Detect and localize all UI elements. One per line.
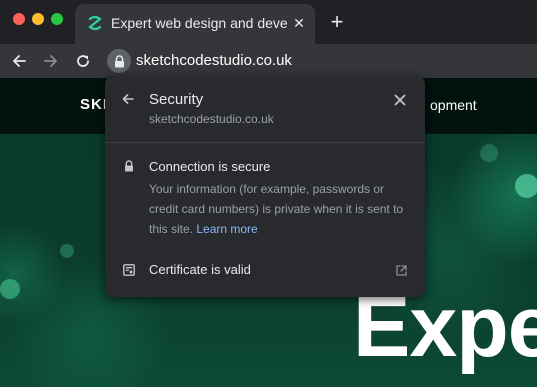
lock-icon <box>122 159 136 173</box>
tab-title: Expert web design and development <box>111 15 287 31</box>
forward-arrow-icon[interactable] <box>38 48 64 74</box>
popup-domain: sketchcodestudio.co.uk <box>149 112 274 126</box>
security-popup: Security sketchcodestudio.co.uk Connecti… <box>105 76 425 297</box>
learn-more-link[interactable]: Learn more <box>196 222 257 236</box>
site-favicon-icon <box>87 15 103 31</box>
reload-icon[interactable] <box>70 48 96 74</box>
bokeh-light <box>60 244 74 258</box>
popup-title: Security <box>149 91 204 108</box>
back-arrow-icon[interactable] <box>6 48 32 74</box>
certificate-row[interactable]: Certificate is valid <box>105 256 425 284</box>
address-bar[interactable]: sketchcodestudio.co.uk <box>104 46 537 76</box>
tab-strip: Expert web design and development ✕ + <box>0 0 537 44</box>
site-nav-link[interactable]: opment <box>430 97 477 113</box>
back-arrow-icon[interactable] <box>119 90 137 108</box>
divider <box>105 142 425 143</box>
external-link-icon[interactable] <box>394 263 408 277</box>
certificate-icon <box>122 263 136 277</box>
zoom-window-button[interactable] <box>51 13 63 25</box>
bokeh-light <box>480 144 498 162</box>
lock-icon[interactable] <box>107 49 131 73</box>
toolbar: sketchcodestudio.co.uk <box>0 44 537 78</box>
certificate-label: Certificate is valid <box>149 262 251 277</box>
connection-description-text: Your information (for example, passwords… <box>149 182 404 236</box>
connection-description: Your information (for example, passwords… <box>149 179 415 239</box>
tab-active[interactable]: Expert web design and development ✕ <box>75 4 315 44</box>
tab-close-icon[interactable]: ✕ <box>290 14 308 32</box>
close-window-button[interactable] <box>13 13 25 25</box>
close-icon[interactable] <box>391 91 409 109</box>
bokeh-light <box>515 174 537 198</box>
new-tab-button[interactable]: + <box>326 11 348 34</box>
minimize-window-button[interactable] <box>32 13 44 25</box>
url-text: sketchcodestudio.co.uk <box>136 52 292 69</box>
connection-heading: Connection is secure <box>149 159 271 174</box>
bokeh-light <box>0 279 20 299</box>
